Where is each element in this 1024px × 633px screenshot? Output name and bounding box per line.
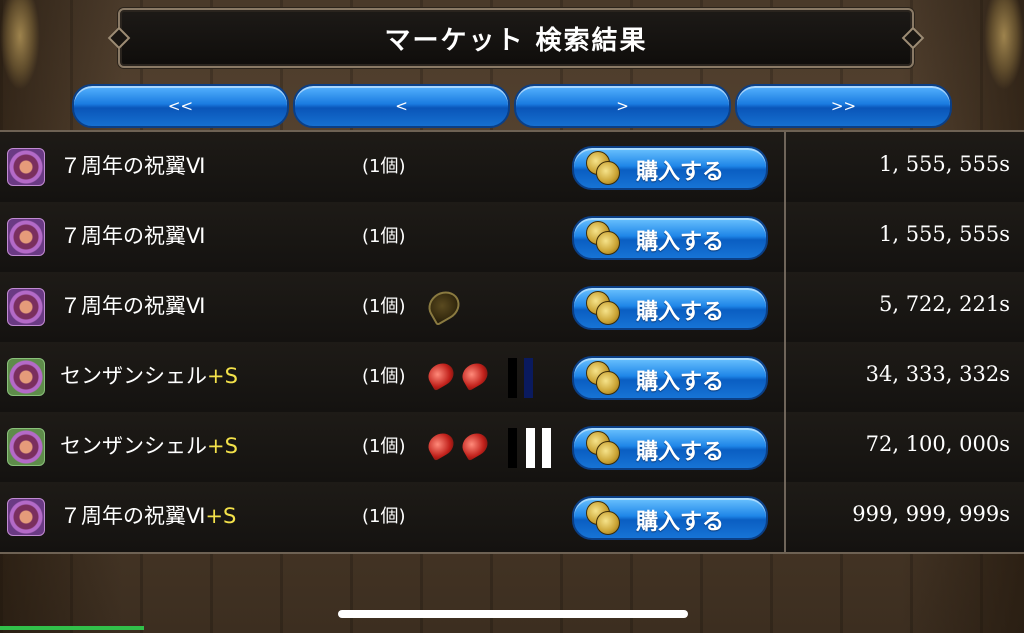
- buy-button-label: 購入する: [636, 510, 725, 535]
- list-item: ７周年の祝翼Ⅵ+S (1個) 購入する 999, 999, 999s: [0, 482, 1024, 552]
- item-price: 34, 333, 332s: [865, 362, 1010, 386]
- buy-button[interactable]: 購入する: [572, 216, 768, 260]
- page-title: マーケット 検索結果: [384, 25, 648, 56]
- item-suffix: +S: [207, 434, 238, 458]
- item-quantity: (1個): [362, 156, 406, 177]
- prev-page-button[interactable]: <: [293, 84, 510, 128]
- red-gem-icon: [424, 428, 458, 462]
- right-ornament-icon: [984, 0, 1024, 90]
- wing-item-icon: [7, 428, 45, 466]
- item-suffix: +S: [207, 364, 238, 388]
- item-price: 1, 555, 555s: [878, 222, 1010, 246]
- item-name: センザンシェル+S: [60, 360, 238, 390]
- list-item: センザンシェル+S (1個) 購入する 72, 100, 000s: [0, 412, 1024, 484]
- red-gem-icon: [458, 358, 492, 392]
- wing-item-icon: [7, 358, 45, 396]
- buy-button[interactable]: 購入する: [572, 356, 768, 400]
- item-quantity: (1個): [362, 506, 406, 527]
- item-name-text: ７周年の祝翼Ⅵ: [60, 154, 206, 178]
- wing-item-icon: [7, 148, 45, 186]
- slot-bar: [508, 428, 517, 468]
- buy-button-label: 購入する: [636, 370, 725, 395]
- buy-button[interactable]: 購入する: [572, 286, 768, 330]
- item-name: ７周年の祝翼Ⅵ+S: [60, 500, 236, 530]
- column-divider: [784, 132, 786, 552]
- item-quantity: (1個): [362, 296, 406, 317]
- gold-coin-icon: [596, 371, 620, 395]
- gold-coin-icon: [596, 441, 620, 465]
- item-name: ７周年の祝翼Ⅵ: [60, 220, 205, 250]
- item-name-text: センザンシェル: [60, 434, 207, 458]
- item-price: 5, 722, 221s: [878, 292, 1010, 316]
- buy-button[interactable]: 購入する: [572, 496, 768, 540]
- item-quantity: (1個): [362, 226, 406, 247]
- gold-coin-icon: [596, 301, 620, 325]
- list-item: センザンシェル+S (1個) 購入する 34, 333, 332s: [0, 342, 1024, 414]
- item-suffix: +S: [205, 504, 237, 528]
- item-quantity: (1個): [362, 366, 406, 387]
- red-gem-icon: [424, 358, 458, 392]
- wing-item-icon: [7, 218, 45, 256]
- item-name-text: ７周年の祝翼Ⅵ: [60, 224, 206, 248]
- buy-button-label: 購入する: [636, 440, 725, 465]
- buy-button-label: 購入する: [636, 300, 725, 325]
- wing-item-icon: [7, 288, 45, 326]
- item-name-text: センザンシェル: [60, 364, 207, 388]
- item-price: 72, 100, 000s: [865, 432, 1010, 456]
- last-page-button[interactable]: >>: [735, 84, 952, 128]
- item-price: 999, 999, 999s: [852, 502, 1010, 526]
- wing-item-icon: [7, 498, 45, 536]
- item-name-text: ７周年の祝翼Ⅵ: [60, 294, 206, 318]
- buy-button[interactable]: 購入する: [572, 426, 768, 470]
- list-item: ７周年の祝翼Ⅵ (1個) 購入する 5, 722, 221s: [0, 272, 1024, 344]
- left-ornament-icon: [0, 0, 40, 90]
- dark-gem-icon: [423, 285, 465, 327]
- item-name-text: ７周年の祝翼Ⅵ: [60, 504, 206, 528]
- item-name: ７周年の祝翼Ⅵ: [60, 150, 205, 180]
- gold-coin-icon: [596, 511, 620, 535]
- home-indicator[interactable]: [338, 610, 688, 618]
- buy-button-label: 購入する: [636, 230, 725, 255]
- gold-coin-icon: [596, 231, 620, 255]
- item-name: ７周年の祝翼Ⅵ: [60, 290, 205, 320]
- next-page-button[interactable]: >: [514, 84, 731, 128]
- buy-button-label: 購入する: [636, 160, 725, 185]
- title-bar: マーケット 検索結果: [118, 8, 914, 68]
- market-result-list: ７周年の祝翼Ⅵ (1個) 購入する 1, 555, 555s ７周年の祝翼Ⅵ (…: [0, 130, 1024, 554]
- item-quantity: (1個): [362, 436, 406, 457]
- item-price: 1, 555, 555s: [878, 152, 1010, 176]
- pagination-nav: << < > >>: [72, 84, 952, 128]
- slot-bar: [524, 358, 533, 398]
- gold-coin-icon: [596, 161, 620, 185]
- slot-bar: [526, 428, 535, 468]
- slot-bar: [542, 428, 551, 468]
- item-name: センザンシェル+S: [60, 430, 238, 460]
- red-gem-icon: [458, 428, 492, 462]
- buy-button[interactable]: 購入する: [572, 146, 768, 190]
- list-item: ７周年の祝翼Ⅵ (1個) 購入する 1, 555, 555s: [0, 132, 1024, 204]
- status-line: [0, 626, 144, 630]
- first-page-button[interactable]: <<: [72, 84, 289, 128]
- slot-bar: [508, 358, 517, 398]
- list-item: ７周年の祝翼Ⅵ (1個) 購入する 1, 555, 555s: [0, 202, 1024, 274]
